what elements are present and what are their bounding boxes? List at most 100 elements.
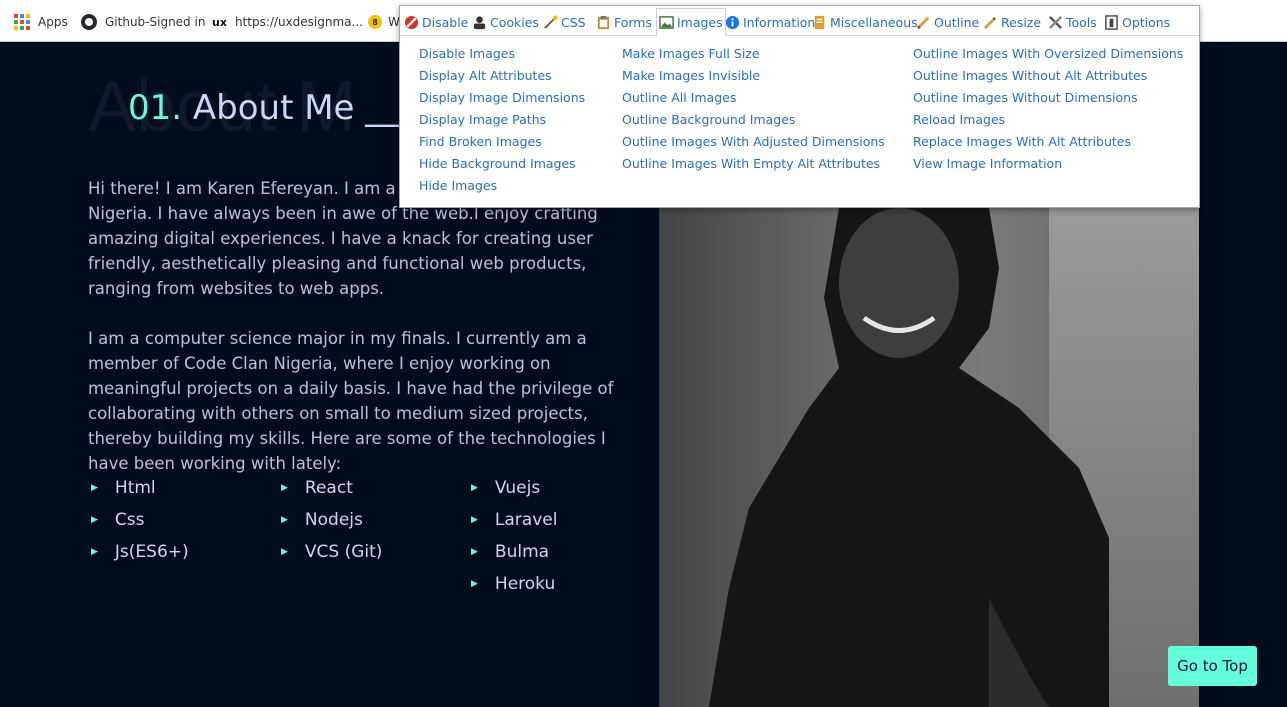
menu-item-find-broken-images[interactable]: Find Broken Images [419,134,585,156]
tech-label: React [304,478,353,498]
go-to-top-button[interactable]: Go to Top [1168,646,1257,686]
tech-label: Css [114,510,145,530]
bio-paragraph-2: I am a computer science major in my fina… [88,329,614,473]
tech-label: Heroku [494,574,556,594]
resize-icon [983,16,997,29]
menu-item-make-images-full-size[interactable]: Make Images Full Size [622,46,885,68]
cookies-icon [473,15,486,29]
menu-item-display-image-paths[interactable]: Display Image Paths [419,112,585,134]
triangle-bullet-icon: ▶ [91,515,98,525]
bookmark-label: https://uxdesignma... [234,15,363,29]
apps-grid-icon [14,14,30,30]
bookmark-favicon-icon: 8 [368,15,382,29]
tab-miscellaneous[interactable]: Miscellaneous [812,9,918,35]
menu-item-make-images-invisible[interactable]: Make Images Invisible [622,68,885,90]
bookmark-label: Apps [38,15,68,29]
github-icon [81,14,97,30]
images-icon [659,15,674,29]
section-number: 01. [128,88,183,128]
images-menu-column-2: Make Images Full Size Make Images Invisi… [622,46,885,178]
images-menu-column-1: Disable Images Display Alt Attributes Di… [419,46,585,200]
bio-text: Hi there! I am Karen Efereyan. I am a fr… [88,176,633,501]
tech-item: ▶ Laravel [471,510,557,530]
tab-label: CSS [561,14,586,30]
tech-label: VCS (Git) [304,542,383,562]
tab-label: Resize [1001,14,1042,30]
triangle-bullet-icon: ▶ [471,515,478,525]
tech-label: Html [114,478,156,498]
triangle-bullet-icon: ▶ [281,547,288,557]
tab-cookies[interactable]: Cookies [472,9,539,35]
tab-options[interactable]: Options [1104,9,1170,35]
menu-item-outline-without-alt[interactable]: Outline Images Without Alt Attributes [913,68,1183,90]
css-icon [544,14,558,29]
toolbar-tabs: Disable Cookies CSS Forms Images Informa… [400,6,1199,36]
tech-item: ▶ VCS (Git) [281,542,382,562]
triangle-bullet-icon: ▶ [91,547,98,557]
outline-icon [916,16,930,29]
tab-tools[interactable]: Tools [1048,9,1097,35]
tab-label: Cookies [490,14,539,30]
menu-item-display-alt-attributes[interactable]: Display Alt Attributes [419,68,585,90]
menu-item-display-image-dimensions[interactable]: Display Image Dimensions [419,90,585,112]
menu-item-replace-with-alt[interactable]: Replace Images With Alt Attributes [913,134,1183,156]
triangle-bullet-icon: ▶ [281,483,288,493]
tab-outline[interactable]: Outline [916,9,979,35]
tech-label: Laravel [494,510,558,530]
menu-item-outline-without-dimensions[interactable]: Outline Images Without Dimensions [913,90,1183,112]
triangle-bullet-icon: ▶ [471,483,478,493]
tech-item: ▶ Vuejs [471,478,540,498]
tech-item: ▶ Js(ES6+) [91,542,189,562]
person-silhouette [709,208,1109,707]
triangle-bullet-icon: ▶ [471,547,478,557]
menu-item-view-image-information[interactable]: View Image Information [913,156,1183,178]
menu-item-reload-images[interactable]: Reload Images [913,112,1183,134]
bookmark-apps[interactable]: Apps [14,12,68,32]
tech-label: Vuejs [494,478,541,498]
tab-label: Information [743,14,816,30]
miscellaneous-icon [814,15,825,29]
tab-label: Forms [614,14,653,30]
section-title: 01. About Me __ [128,88,399,128]
options-icon [1105,14,1118,30]
tech-item: ▶ React [281,478,353,498]
tab-label: Disable [422,14,469,30]
menu-item-disable-images[interactable]: Disable Images [419,46,585,68]
tech-label: Nodejs [304,510,363,530]
tab-resize[interactable]: Resize [983,9,1041,35]
triangle-bullet-icon: ▶ [281,515,288,525]
section-heading: About Me __ [192,88,400,128]
bio-paragraph-1: Nigeria. I have always been in awe of th… [88,204,598,298]
menu-item-hide-background-images[interactable]: Hide Background Images [419,156,585,178]
tab-disable[interactable]: Disable [404,9,468,35]
tab-label: Outline [934,14,980,30]
menu-item-outline-adjusted-dimensions[interactable]: Outline Images With Adjusted Dimensions [622,134,885,156]
menu-item-outline-empty-alt[interactable]: Outline Images With Empty Alt Attributes [622,156,885,178]
tech-label: Js(ES6+) [114,542,189,562]
information-icon [725,15,740,29]
tech-item: ▶ Html [91,478,156,498]
tab-information[interactable]: Information [725,9,815,35]
tech-label: Bulma [494,542,550,562]
tech-item: ▶ Css [91,510,145,530]
bookmark-uxdesign[interactable]: ux https://uxdesignma... [212,12,363,32]
disable-icon [404,15,419,29]
images-menu-column-3: Outline Images With Oversized Dimensions… [913,46,1183,178]
menu-item-outline-background-images[interactable]: Outline Background Images [622,112,885,134]
bookmark-w[interactable]: 8 W [368,12,400,32]
profile-photo [659,208,1199,707]
tab-css[interactable]: CSS [543,9,586,35]
tab-label: Images [677,14,723,30]
tab-forms[interactable]: Forms [596,9,652,35]
tab-label: Tools [1066,14,1097,30]
bookmark-github[interactable]: Github-Signed in [81,12,205,32]
bookmark-label: Github-Signed in [105,15,206,29]
menu-item-hide-images[interactable]: Hide Images [419,178,585,200]
tech-item: ▶ Heroku [471,574,555,594]
ux-icon: ux [212,15,227,29]
triangle-bullet-icon: ▶ [471,579,478,589]
tech-item: ▶ Bulma [471,542,549,562]
menu-item-outline-oversized-dimensions[interactable]: Outline Images With Oversized Dimensions [913,46,1183,68]
menu-item-outline-all-images[interactable]: Outline All Images [622,90,885,112]
tab-images[interactable]: Images [656,8,726,36]
